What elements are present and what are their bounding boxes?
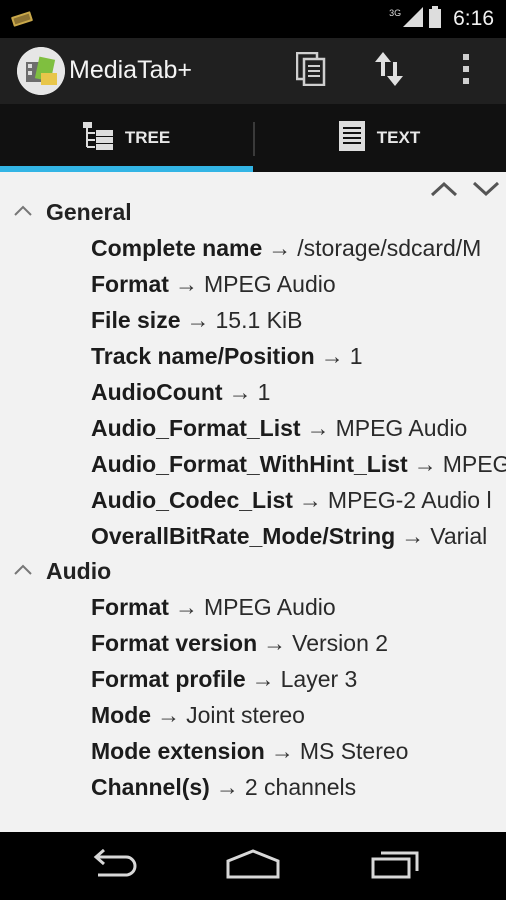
sort-button[interactable] [369, 51, 409, 91]
row-separator: → [320, 343, 344, 369]
row-value: Layer 3 [280, 666, 358, 692]
row-key: Mode [91, 702, 152, 728]
row-key: Audio_Format_List [91, 415, 301, 441]
scroll-controls [430, 180, 500, 203]
row-value: MPEG [442, 451, 506, 477]
row-value: Varial [430, 523, 488, 549]
row-value: Joint stereo [186, 702, 305, 728]
row-value: 1 [257, 379, 271, 405]
row-separator: → [174, 594, 198, 620]
row-key: Audio_Codec_List [91, 487, 293, 513]
row-separator: → [401, 523, 425, 549]
tree-row[interactable]: Track name/Position → 1 [91, 338, 363, 374]
row-key: Format profile [91, 666, 246, 692]
tree-row[interactable]: Format profile → Layer 3 [91, 661, 357, 697]
tab-text-label: TEXT [376, 128, 421, 147]
system-navigation-bar [0, 832, 506, 900]
tab-text[interactable]: TEXT [253, 104, 506, 172]
row-separator: → [157, 702, 181, 728]
row-value: 2 channels [244, 774, 357, 800]
overflow-menu-button[interactable] [446, 51, 486, 91]
copy-icon [295, 51, 326, 91]
row-separator: → [268, 235, 292, 261]
tree-row[interactable]: File size → 15.1 KiB [91, 302, 302, 338]
tab-divider [253, 122, 255, 156]
row-separator: → [251, 666, 275, 692]
row-key: Format version [91, 630, 258, 656]
chevron-down-icon [472, 181, 500, 197]
media-info-tree[interactable]: General Complete name →/storage/sdcard/M … [0, 172, 506, 832]
section-title: General [46, 199, 132, 225]
app-title: MediaTab+ [69, 56, 192, 84]
tree-row[interactable]: Mode extension → MS Stereo [91, 733, 408, 769]
tab-tree-label: TREE [124, 128, 171, 147]
collapse-chevron-icon [13, 563, 33, 581]
row-separator: → [263, 630, 287, 656]
row-value: MPEG Audio [203, 271, 336, 297]
section-title: Audio [46, 558, 112, 584]
collapse-chevron-icon [13, 204, 33, 222]
chevron-up-icon [430, 181, 458, 197]
network-type-label: 3G [389, 8, 402, 18]
scroll-down-button[interactable] [472, 180, 500, 203]
copy-button[interactable] [291, 51, 331, 91]
row-key: Format [91, 594, 169, 620]
recent-apps-icon [371, 849, 419, 884]
home-button[interactable] [223, 846, 283, 886]
row-key: AudioCount [91, 379, 223, 405]
row-value: MS Stereo [299, 738, 409, 764]
row-key: Channel(s) [91, 774, 210, 800]
sort-arrows-icon [375, 51, 403, 91]
signal-icon [403, 6, 424, 32]
more-vert-icon [462, 53, 470, 89]
row-value: MPEG Audio [335, 415, 468, 441]
row-separator: → [306, 415, 330, 441]
recent-apps-button[interactable] [365, 846, 425, 886]
row-key: Mode extension [91, 738, 265, 764]
row-key: Format [91, 271, 169, 297]
row-separator: → [186, 307, 210, 333]
notification-icon [10, 9, 36, 34]
tree-row[interactable]: OverallBitRate_Mode/String → Varial [91, 518, 487, 554]
battery-icon [429, 5, 442, 33]
row-value: Version 2 [292, 630, 389, 656]
row-key: Track name/Position [91, 343, 315, 369]
tree-row[interactable]: AudioCount → 1 [91, 374, 270, 410]
tree-row[interactable]: Mode → Joint stereo [91, 697, 305, 733]
action-bar: MediaTab+ [0, 38, 506, 104]
row-separator: → [228, 379, 252, 405]
tree-icon [82, 121, 113, 155]
clock: 6:16 [453, 7, 494, 30]
text-document-icon [338, 120, 365, 156]
tree-row[interactable]: Audio_Format_WithHint_List → MPEG [91, 446, 506, 482]
row-separator: → [413, 451, 437, 477]
back-button[interactable] [83, 846, 143, 886]
row-key: Complete name [91, 235, 263, 261]
status-bar: 3G 6:16 [0, 0, 506, 38]
scroll-up-button[interactable] [430, 180, 458, 203]
tree-row[interactable]: Audio_Codec_List → MPEG-2 Audio l [91, 482, 492, 518]
row-value: 15.1 KiB [215, 307, 303, 333]
row-value: 1 [349, 343, 363, 369]
tree-row[interactable]: Complete name →/storage/sdcard/M [91, 230, 481, 266]
row-key: OverallBitRate_Mode/String [91, 523, 396, 549]
tab-tree[interactable]: TREE [0, 104, 253, 172]
row-key: File size [91, 307, 181, 333]
row-key: Audio_Format_WithHint_List [91, 451, 408, 477]
tree-row[interactable]: Audio_Format_List → MPEG Audio [91, 410, 467, 446]
tree-row[interactable]: Format → MPEG Audio [91, 589, 336, 625]
tree-row[interactable]: Format → MPEG Audio [91, 266, 336, 302]
row-separator: → [174, 271, 198, 297]
row-value: MPEG Audio [203, 594, 336, 620]
tree-row[interactable]: Channel(s) → 2 channels [91, 769, 356, 805]
row-separator: → [215, 774, 239, 800]
row-separator: → [298, 487, 322, 513]
tree-row[interactable]: Format version → Version 2 [91, 625, 388, 661]
back-icon [88, 848, 138, 884]
app-logo-icon[interactable] [17, 47, 65, 95]
row-separator: → [270, 738, 294, 764]
home-icon [225, 848, 281, 884]
row-value: MPEG-2 Audio l [327, 487, 492, 513]
row-value: /storage/sdcard/M [297, 235, 482, 261]
